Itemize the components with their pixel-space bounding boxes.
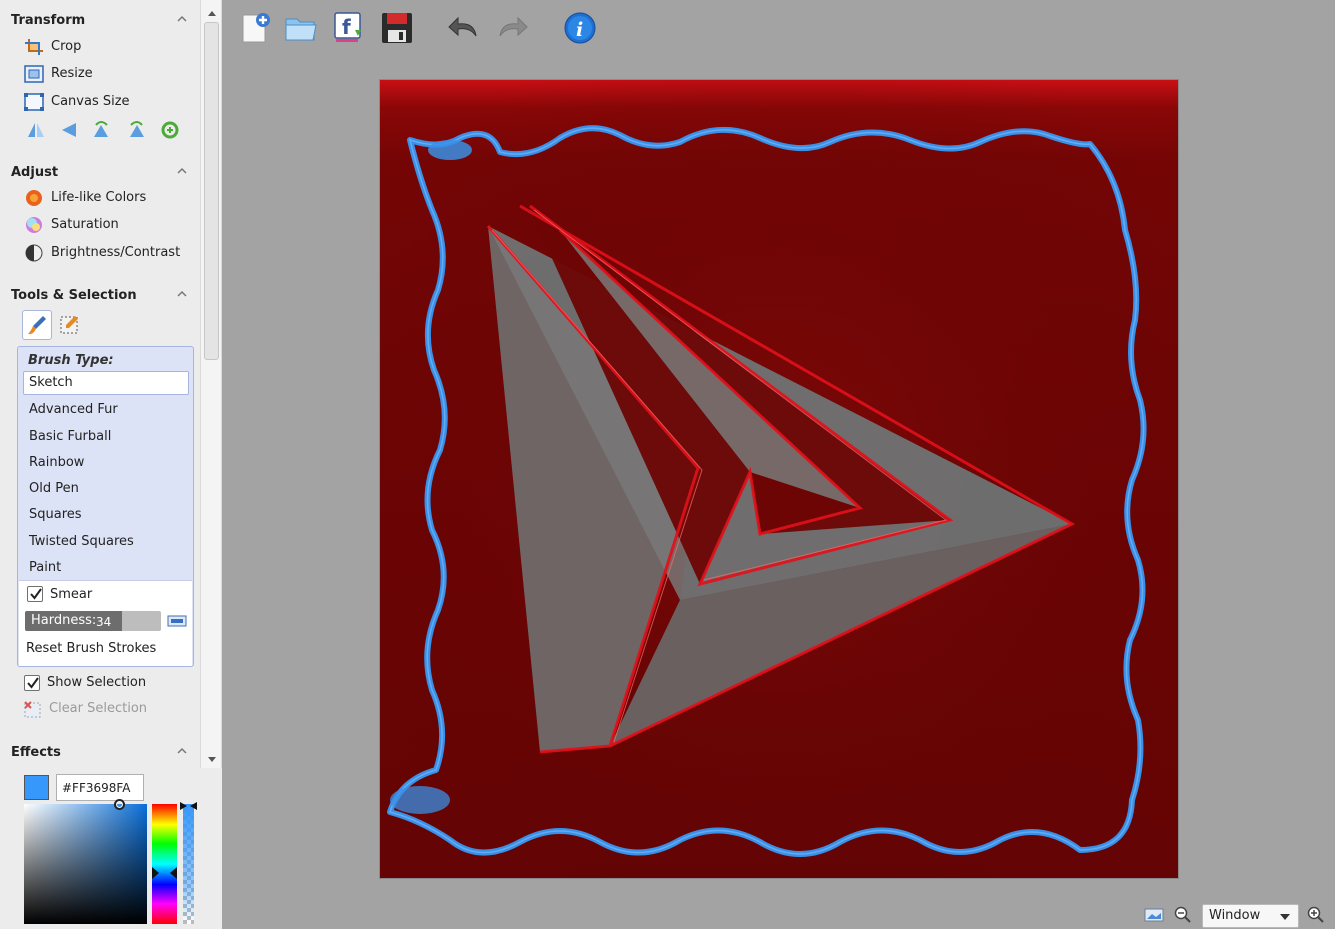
brightness-contrast-icon (24, 244, 44, 262)
adjust-section-header[interactable]: Adjust (0, 162, 200, 184)
canvas-size-icon (24, 93, 44, 111)
zoom-out-icon[interactable] (1174, 906, 1192, 924)
brush-type-label-text: Sketch (29, 375, 73, 390)
brush-type-old-pen[interactable]: Old Pen (23, 477, 189, 501)
svg-text:f: f (342, 15, 351, 39)
brush-tool-icon[interactable] (22, 310, 52, 340)
clear-selection-icon (23, 700, 42, 719)
canvas-artwork (380, 80, 1178, 878)
brush-type-label: Brush Type: (28, 353, 114, 368)
scroll-up-arrow-icon[interactable] (207, 6, 217, 16)
transform-section-header[interactable]: Transform (0, 10, 200, 32)
brush-type-paint[interactable]: Paint (23, 556, 189, 580)
resize-menu-item[interactable]: Resize (24, 62, 194, 86)
show-selection-checkbox[interactable] (24, 675, 40, 691)
brush-type-label-text: Old Pen (29, 481, 79, 496)
saturation-menu-item[interactable]: Saturation (24, 213, 194, 237)
brush-type-label-text: Squares (29, 507, 82, 522)
collapse-chevron-up-icon[interactable] (176, 165, 188, 177)
resize-label: Resize (51, 66, 93, 81)
effects-section-title: Effects (11, 745, 61, 760)
collapse-chevron-up-icon[interactable] (176, 288, 188, 300)
sidebar-gutter (200, 768, 222, 929)
new-image-icon[interactable] (238, 10, 274, 46)
brightness-contrast-label: Brightness/Contrast (51, 245, 181, 260)
scroll-down-arrow-icon[interactable] (207, 753, 217, 762)
saturation-icon (24, 216, 44, 234)
main-workspace: f i Window (222, 0, 1335, 929)
tools-selection-section-title: Tools & Selection (11, 288, 137, 303)
brush-type-squares[interactable]: Squares (23, 503, 189, 527)
brush-type-label-text: Paint (29, 560, 62, 575)
life-like-colors-icon (24, 189, 44, 207)
adjust-section-title: Adjust (11, 165, 59, 180)
facebook-upload-icon[interactable]: f (331, 10, 367, 46)
canvas-size-label: Canvas Size (51, 94, 130, 109)
brightness-contrast-menu-item[interactable]: Brightness/Contrast (24, 241, 194, 265)
effects-section-header[interactable]: Effects (0, 742, 200, 764)
clear-selection-button[interactable]: Clear Selection (49, 701, 147, 716)
saturation-label: Saturation (51, 217, 119, 232)
rotate-free-icon[interactable] (159, 119, 181, 141)
selection-tool-icon[interactable] (56, 310, 86, 340)
flip-vertical-icon[interactable] (25, 119, 47, 141)
hue-slider[interactable] (152, 804, 177, 924)
brush-options: Smear Hardness: 34 Reset Brush Strokes (19, 580, 192, 666)
zoom-mode-value: Window (1209, 908, 1261, 923)
crop-label: Crop (51, 39, 82, 54)
brush-type-twisted-squares[interactable]: Twisted Squares (23, 530, 189, 554)
drawing-canvas[interactable] (379, 79, 1179, 879)
brush-type-label-text: Rainbow (29, 455, 85, 470)
show-selection-label: Show Selection (47, 675, 147, 690)
hex-color-input[interactable] (56, 774, 144, 801)
sidebar-scrollbar[interactable] (200, 0, 222, 768)
collapse-chevron-up-icon[interactable] (176, 13, 188, 25)
color-picker-handle[interactable] (114, 799, 125, 810)
transform-section-title: Transform (11, 13, 86, 28)
svg-text:i: i (576, 19, 583, 41)
redo-icon[interactable] (494, 10, 530, 46)
brush-type-rainbow[interactable]: Rainbow (23, 451, 189, 475)
brush-type-label-text: Advanced Fur (29, 402, 118, 417)
brush-panel: Brush Type: Sketch Advanced Fur Basic Fu… (17, 346, 194, 667)
zoom-in-icon[interactable] (1307, 906, 1325, 924)
hardness-label: Hardness: (31, 613, 97, 628)
hardness-slider[interactable]: Hardness: 34 (25, 611, 161, 631)
resize-icon (24, 65, 44, 83)
smear-checkbox[interactable] (27, 586, 43, 602)
brush-type-sketch[interactable]: Sketch (23, 371, 189, 395)
save-icon[interactable] (379, 10, 415, 46)
hue-slider-marker[interactable] (152, 867, 177, 879)
life-like-colors-label: Life-like Colors (51, 190, 147, 205)
hardness-value: 34 (96, 615, 112, 629)
open-folder-icon[interactable] (283, 10, 319, 46)
undo-icon[interactable] (446, 10, 482, 46)
brush-type-advanced-fur[interactable]: Advanced Fur (23, 398, 189, 422)
slider-options-icon[interactable] (167, 614, 187, 628)
reset-brush-strokes-button[interactable]: Reset Brush Strokes (26, 641, 156, 656)
brush-type-label-text: Twisted Squares (29, 534, 134, 549)
crop-icon (24, 38, 44, 56)
brush-type-basic-furball[interactable]: Basic Furball (23, 425, 189, 449)
alpha-slider-marker[interactable] (180, 799, 197, 810)
rotate-left-icon[interactable] (90, 119, 112, 141)
flip-horizontal-icon[interactable] (58, 119, 80, 141)
zoom-mode-select[interactable]: Window (1202, 904, 1299, 928)
life-like-colors-menu-item[interactable]: Life-like Colors (24, 186, 194, 210)
alpha-slider-gradient (183, 804, 194, 924)
dropdown-caret-icon (1280, 914, 1290, 920)
brush-type-label-text: Basic Furball (29, 429, 112, 444)
info-icon[interactable]: i (562, 10, 598, 46)
collapse-chevron-up-icon[interactable] (176, 745, 188, 757)
sidebar: Transform Crop Resize Canvas Size Adjust… (0, 0, 200, 929)
fit-image-icon[interactable] (1144, 907, 1164, 923)
smear-label: Smear (50, 587, 93, 602)
tools-selection-section-header[interactable]: Tools & Selection (0, 285, 200, 307)
rotate-right-icon[interactable] (126, 119, 148, 141)
current-color-swatch[interactable] (24, 775, 49, 800)
scrollbar-thumb[interactable] (204, 22, 219, 360)
crop-menu-item[interactable]: Crop (24, 35, 194, 59)
saturation-value-picker[interactable] (24, 804, 147, 924)
canvas-size-menu-item[interactable]: Canvas Size (24, 90, 194, 114)
